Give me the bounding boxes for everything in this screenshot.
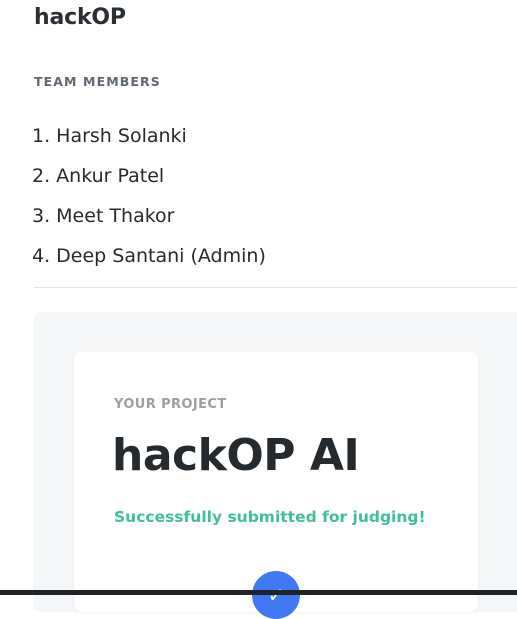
team-member-item: 1. Harsh Solanki bbox=[32, 125, 187, 147]
team-member-item: 4. Deep Santani (Admin) bbox=[32, 245, 266, 267]
project-heading: YOUR PROJECT bbox=[114, 397, 227, 412]
checkmark-icon: ✓ bbox=[252, 571, 300, 619]
section-divider bbox=[34, 287, 517, 288]
team-member-item: 2. Ankur Patel bbox=[32, 165, 165, 187]
team-members-list: 1. Harsh Solanki 2. Ankur Patel 3. Meet … bbox=[32, 116, 266, 276]
project-title: hackOP AI bbox=[112, 430, 360, 481]
team-members-heading: TEAM MEMBERS bbox=[34, 74, 161, 89]
team-name: hackOP bbox=[34, 5, 126, 30]
project-card: YOUR PROJECT hackOP AI Successfully subm… bbox=[74, 352, 478, 619]
bottom-edge-bar bbox=[0, 590, 517, 595]
team-member-item: 3. Meet Thakor bbox=[32, 205, 175, 227]
submission-status: Successfully submitted for judging! bbox=[114, 508, 426, 526]
